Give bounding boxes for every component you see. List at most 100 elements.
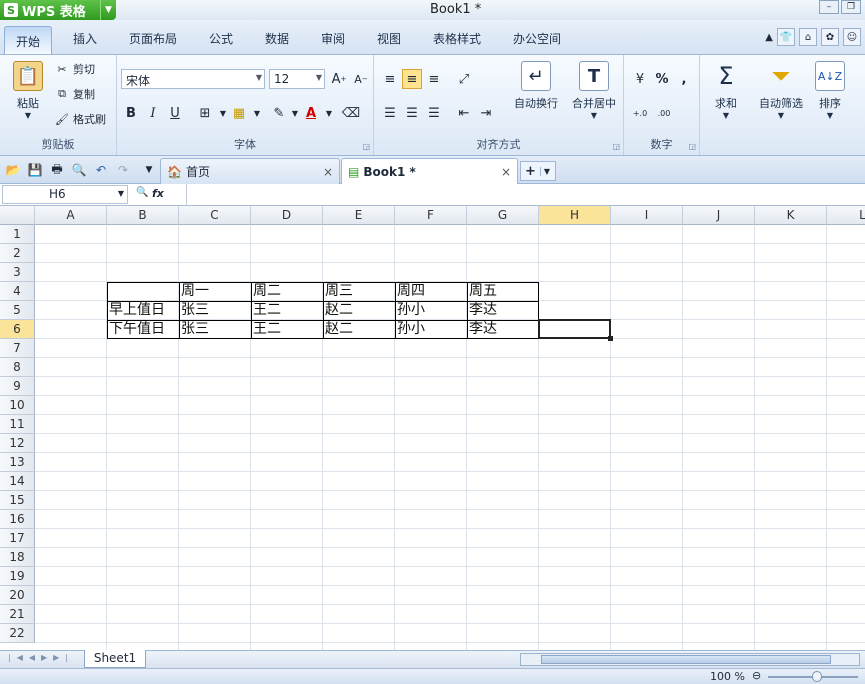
row-header-7[interactable]: 7 bbox=[0, 339, 35, 358]
font-color-icon[interactable]: A bbox=[301, 103, 321, 123]
spreadsheet-grid[interactable]: A B C D E F G H I J K L 1 2 3 4 5 6 7 8 9 10 11 12 13 14 15 16 17 18 1… bbox=[0, 206, 865, 650]
paste-dropdown-icon[interactable]: ▼ bbox=[8, 111, 48, 120]
close-book1-tab-icon[interactable]: × bbox=[501, 165, 511, 179]
tab-data[interactable]: 数据 bbox=[265, 30, 289, 52]
new-tab-dropdown-icon[interactable]: ▼ bbox=[539, 166, 550, 176]
skin-icon[interactable]: 👕 bbox=[777, 28, 795, 46]
comma-button[interactable]: , bbox=[674, 69, 694, 89]
app-menu-button[interactable]: S WPS 表格 ▼ bbox=[0, 0, 116, 20]
open-folder-icon[interactable]: 📂 bbox=[4, 161, 22, 179]
row-header-17[interactable]: 17 bbox=[0, 529, 35, 548]
merge-center-button[interactable]: T 合并居中 ▼ bbox=[566, 61, 622, 120]
new-tab-button[interactable]: + ▼ bbox=[520, 161, 556, 181]
print-icon[interactable]: 🖶 bbox=[48, 161, 66, 179]
print-preview-icon[interactable]: 🔍 bbox=[70, 161, 88, 179]
tab-book1[interactable]: ▤ Book1 * × bbox=[341, 158, 518, 184]
collapse-ribbon-icon[interactable]: ▲ bbox=[765, 32, 773, 43]
sheet-nav-arrows-icon[interactable]: |◀◀▶▶| bbox=[8, 653, 74, 662]
cell-fill-dropdown-icon[interactable]: ▼ bbox=[247, 103, 267, 123]
wrap-text-button[interactable]: ↵ 自动换行 bbox=[508, 61, 564, 111]
borders-icon[interactable]: ⊞ bbox=[195, 103, 215, 123]
column-header-d[interactable]: D bbox=[251, 206, 323, 225]
home-icon[interactable]: ⌂ bbox=[799, 28, 817, 46]
row-header-10[interactable]: 10 bbox=[0, 396, 35, 415]
sheet-tab-sheet1[interactable]: Sheet1 bbox=[84, 650, 146, 668]
format-painter-button[interactable]: 🖌 格式刷 bbox=[54, 111, 106, 127]
formula-input[interactable] bbox=[186, 184, 865, 206]
align-right-icon[interactable]: ☰ bbox=[424, 103, 444, 123]
column-header-h[interactable]: H bbox=[539, 206, 611, 225]
alignment-dialog-launcher-icon[interactable]: ◲ bbox=[612, 142, 620, 151]
row-header-15[interactable]: 15 bbox=[0, 491, 35, 510]
row-header-21[interactable]: 21 bbox=[0, 605, 35, 624]
column-header-c[interactable]: C bbox=[179, 206, 251, 225]
row-header-5[interactable]: 5 bbox=[0, 301, 35, 320]
customize-toolbar-icon[interactable]: ▼ bbox=[140, 161, 158, 179]
currency-icon[interactable]: ¥ bbox=[630, 69, 650, 89]
save-icon[interactable]: 💾 bbox=[26, 161, 44, 179]
zoom-out-icon[interactable]: ⊖ bbox=[752, 669, 761, 682]
filter-dropdown-icon[interactable]: ▼ bbox=[752, 111, 810, 120]
tab-formulas[interactable]: 公式 bbox=[209, 30, 233, 52]
increase-font-icon[interactable]: A + bbox=[329, 69, 349, 89]
row-header-18[interactable]: 18 bbox=[0, 548, 35, 567]
font-color-dropdown-icon[interactable]: ▼ bbox=[319, 103, 339, 123]
row-header-16[interactable]: 16 bbox=[0, 510, 35, 529]
user-icon[interactable]: ☺ bbox=[843, 28, 861, 46]
text-direction-icon[interactable]: ⤢ bbox=[454, 69, 474, 89]
column-header-g[interactable]: G bbox=[467, 206, 539, 225]
font-name-select[interactable]: 宋体 ▼ bbox=[121, 69, 265, 89]
column-header-j[interactable]: J bbox=[683, 206, 755, 225]
row-header-13[interactable]: 13 bbox=[0, 453, 35, 472]
select-all-corner[interactable] bbox=[0, 206, 35, 225]
row-header-19[interactable]: 19 bbox=[0, 567, 35, 586]
column-header-i[interactable]: I bbox=[611, 206, 683, 225]
tab-page-layout[interactable]: 页面布局 bbox=[129, 30, 177, 52]
underline-button[interactable]: U bbox=[165, 103, 185, 123]
sort-dropdown-icon[interactable]: ▼ bbox=[812, 111, 848, 120]
tab-home[interactable]: 开始 bbox=[4, 26, 53, 54]
row-header-9[interactable]: 9 bbox=[0, 377, 35, 396]
column-header-a[interactable]: A bbox=[35, 206, 107, 225]
row-header-3[interactable]: 3 bbox=[0, 263, 35, 282]
increase-indent-icon[interactable]: ⇥ bbox=[476, 103, 496, 123]
horizontal-scrollbar[interactable] bbox=[520, 653, 860, 666]
zoom-slider-handle[interactable] bbox=[812, 671, 822, 682]
column-header-f[interactable]: F bbox=[395, 206, 467, 225]
row-header-12[interactable]: 12 bbox=[0, 434, 35, 453]
bold-button[interactable]: B bbox=[121, 103, 141, 123]
restore-icon[interactable]: ❐ bbox=[841, 0, 861, 14]
auto-filter-button[interactable]: ⏷ 自动筛选 ▼ bbox=[752, 61, 810, 120]
horizontal-scroll-thumb[interactable] bbox=[541, 655, 831, 664]
merge-dropdown-icon[interactable]: ▼ bbox=[566, 111, 622, 120]
copy-button[interactable]: ⧉ 复制 bbox=[54, 86, 95, 102]
row-header-1[interactable]: 1 bbox=[0, 225, 35, 244]
tab-office-space[interactable]: 办公空间 bbox=[513, 30, 561, 52]
row-header-8[interactable]: 8 bbox=[0, 358, 35, 377]
decrease-indent-icon[interactable]: ⇤ bbox=[454, 103, 474, 123]
name-box[interactable]: H6 ▼ bbox=[2, 185, 128, 204]
fill-handle[interactable] bbox=[608, 336, 613, 341]
cut-button[interactable]: ✂ 剪切 bbox=[54, 61, 95, 77]
redo-icon[interactable]: ↷ bbox=[114, 161, 132, 179]
align-bottom-icon[interactable]: ≡ bbox=[424, 69, 444, 89]
paste-button[interactable]: 📋 粘贴 ▼ bbox=[8, 61, 48, 120]
row-header-6[interactable]: 6 bbox=[0, 320, 35, 339]
clear-format-icon[interactable]: ⌫ bbox=[341, 103, 361, 123]
app-menu-dropdown-icon[interactable]: ▼ bbox=[100, 0, 116, 20]
row-header-22[interactable]: 22 bbox=[0, 624, 35, 643]
minimize-icon[interactable]: – bbox=[819, 0, 839, 14]
row-header-20[interactable]: 20 bbox=[0, 586, 35, 605]
tab-view[interactable]: 视图 bbox=[377, 30, 401, 52]
column-header-k[interactable]: K bbox=[755, 206, 827, 225]
name-box-dropdown-icon[interactable]: ▼ bbox=[118, 189, 124, 198]
percent-button[interactable]: % bbox=[652, 69, 672, 89]
sort-button[interactable]: A↓Z 排序 ▼ bbox=[812, 61, 848, 120]
align-left-icon[interactable]: ☰ bbox=[380, 103, 400, 123]
magnifier-icon[interactable]: 🔍 bbox=[136, 187, 148, 198]
row-header-4[interactable]: 4 bbox=[0, 282, 35, 301]
font-dialog-launcher-icon[interactable]: ◲ bbox=[362, 142, 370, 151]
font-size-select[interactable]: 12 ▼ bbox=[269, 69, 325, 89]
column-header-b[interactable]: B bbox=[107, 206, 179, 225]
row-header-2[interactable]: 2 bbox=[0, 244, 35, 263]
